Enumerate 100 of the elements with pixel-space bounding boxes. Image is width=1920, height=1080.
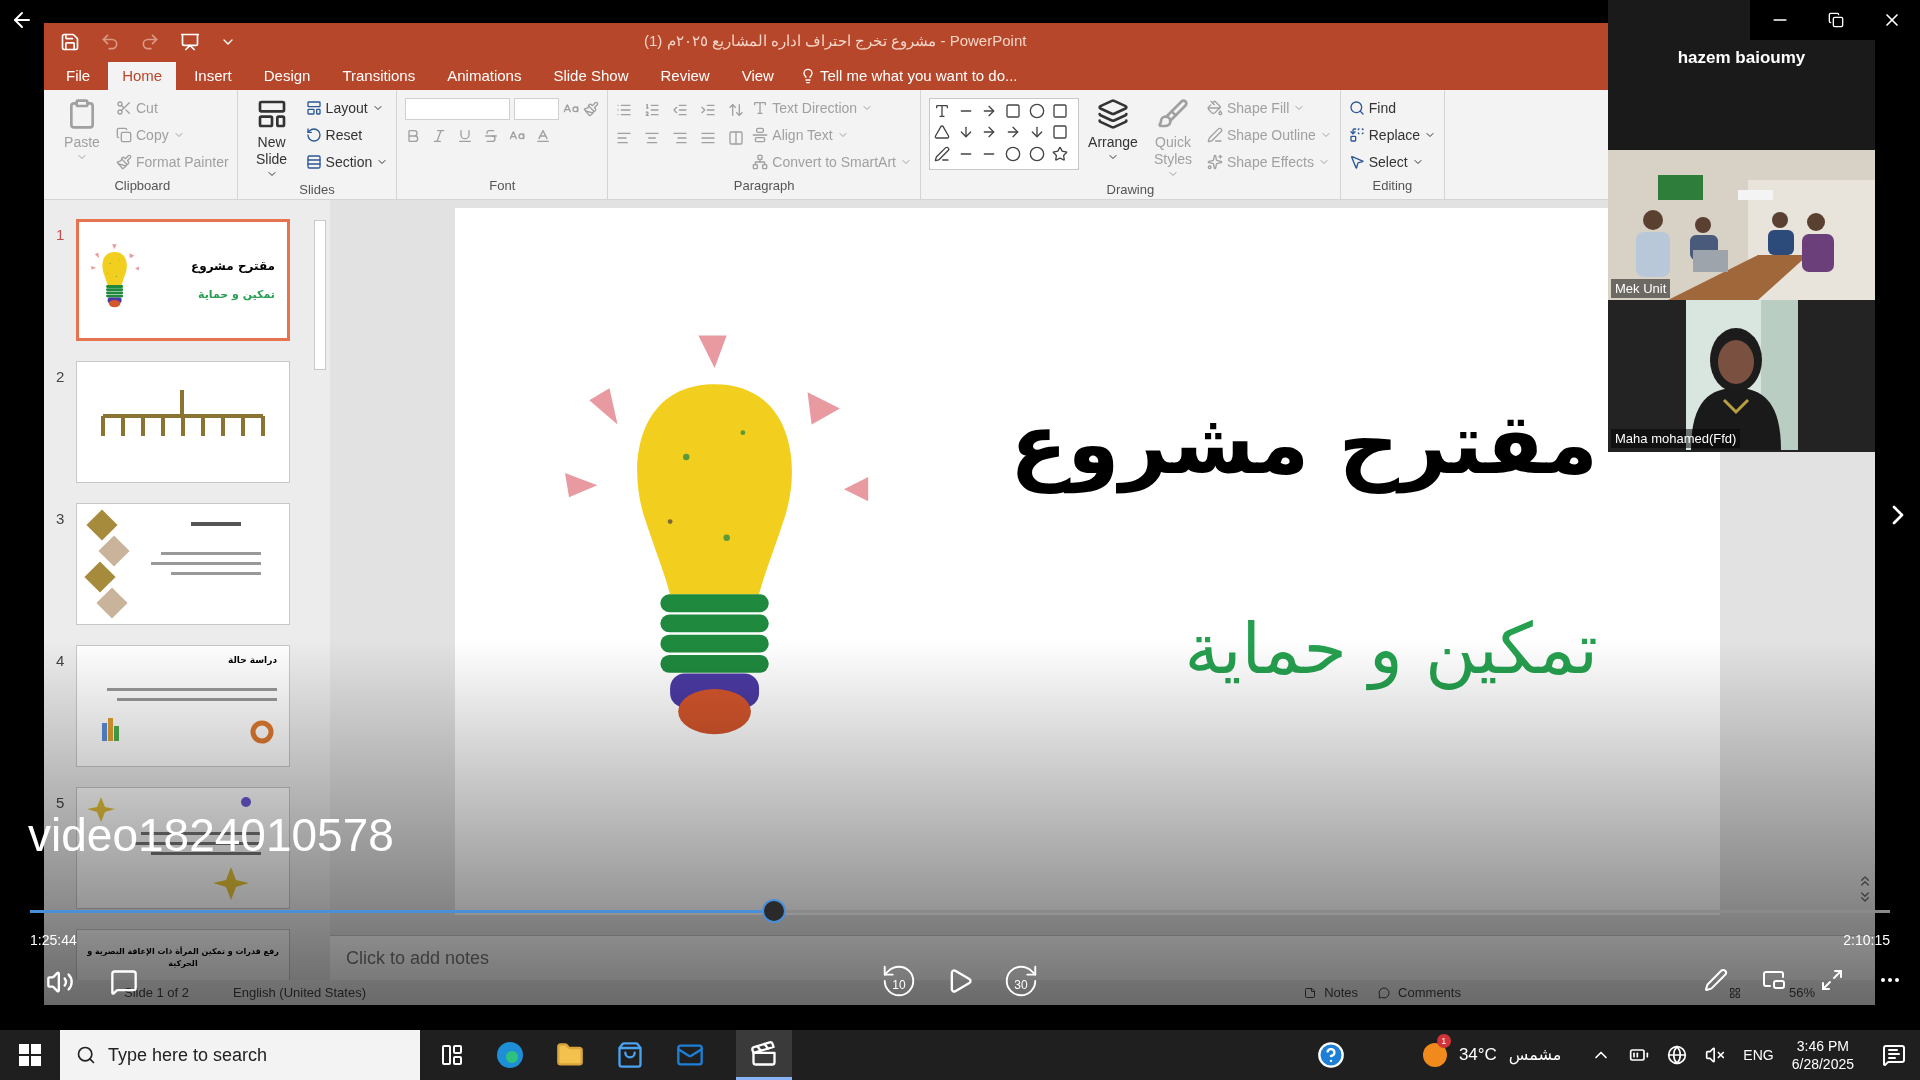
- fullscreen-icon[interactable]: [1820, 968, 1844, 992]
- host-name: hazem baioumy: [1677, 46, 1806, 69]
- slide-thumbnail[interactable]: رفع قدرات و تمكين المرأة ذات الإعاقة البصرية و الحركية: [76, 929, 290, 980]
- forward-button[interactable]: 30: [1002, 962, 1040, 1000]
- folder-icon[interactable]: [556, 1041, 584, 1069]
- ribbon-tab[interactable]: Home: [108, 62, 177, 90]
- shapes-gallery[interactable]: [929, 98, 1079, 170]
- shape-icon[interactable]: [934, 145, 950, 162]
- thumbnail-title: مقترح مشروع: [190, 257, 275, 275]
- ribbon-button[interactable]: Section: [305, 150, 389, 174]
- shape-icon[interactable]: [1028, 145, 1045, 162]
- thumbnail-title: رفع قدرات و تمكين المرأة ذات الإعاقة البصرية و الحركية: [86, 946, 280, 970]
- input-language[interactable]: ENG: [1743, 1044, 1774, 1066]
- shape-icon[interactable]: [1052, 124, 1069, 141]
- progress-track[interactable]: [30, 910, 1890, 913]
- thumbnail-subtitle: تمكين و حماية: [197, 286, 275, 303]
- slide-thumbnail[interactable]: [76, 361, 290, 483]
- scissors-icon: [116, 100, 132, 116]
- group-label: Slides: [298, 181, 336, 199]
- ribbon-tab[interactable]: Animations: [433, 62, 536, 90]
- language-status[interactable]: English (United States): [233, 982, 366, 1003]
- shape-icon[interactable]: [934, 103, 950, 119]
- tell-me-field[interactable]: Tell me what you want to do...: [819, 64, 1018, 88]
- shape-icon[interactable]: [1028, 103, 1045, 119]
- store-icon[interactable]: [616, 1041, 644, 1069]
- comments-toggle[interactable]: Comments: [1398, 982, 1461, 1003]
- slide-sorter-icon[interactable]: [1728, 986, 1741, 999]
- weather-icon[interactable]: [1422, 1043, 1447, 1067]
- slide-number: 1: [56, 226, 65, 243]
- zoom-level[interactable]: 56%: [1788, 982, 1875, 1003]
- mini-view-icon[interactable]: [1762, 968, 1786, 992]
- ribbon-button[interactable]: New Slide: [245, 94, 298, 180]
- save-icon[interactable]: [60, 31, 80, 52]
- notes-field[interactable]: Click to add notes: [346, 944, 490, 972]
- ribbon-tab[interactable]: Design: [249, 62, 325, 90]
- participant-name: Maha mohamed(Ffd): [1611, 428, 1741, 448]
- weather-badge: 1: [1436, 1034, 1451, 1049]
- notes-toggle[interactable]: Notes: [1324, 982, 1359, 1003]
- task-view-icon[interactable]: [440, 1043, 464, 1067]
- clock-time[interactable]: 3:46 PM: [1796, 1037, 1849, 1055]
- sparkles-icon: [1207, 154, 1223, 170]
- layout-icon: [305, 100, 322, 116]
- mute-icon[interactable]: [1705, 1045, 1726, 1065]
- taskbar-app[interactable]: [736, 1030, 792, 1080]
- cursor-icon: [1348, 154, 1365, 170]
- ribbon-tab[interactable]: Review: [646, 62, 724, 90]
- ribbon-button[interactable]: Reset: [305, 123, 389, 147]
- window-title: مشروع تخرج احتراف اداره المشاريع ٢٠٢٥م (1) - PowerPoint: [644, 31, 1027, 52]
- group-label: Editing: [1371, 176, 1414, 195]
- group-label: Font: [488, 176, 517, 195]
- ribbon-button[interactable]: Find: [1348, 96, 1437, 120]
- ribbon-tab[interactable]: Insert: [180, 62, 246, 90]
- paintbrush-icon: [116, 154, 132, 170]
- rewind-button[interactable]: 10: [880, 962, 918, 1000]
- reset-icon: [305, 127, 322, 143]
- shape-icon[interactable]: [1005, 145, 1021, 162]
- slide-thumbnail[interactable]: مقترح مشروع تمكين و حماية: [76, 219, 290, 341]
- notifications-icon[interactable]: [1882, 1043, 1906, 1067]
- font-name-field[interactable]: [405, 98, 511, 120]
- notes-icon: [1304, 986, 1317, 999]
- replace-icon: [1348, 127, 1365, 143]
- ribbon-tab[interactable]: File: [52, 62, 105, 90]
- shape-icon[interactable]: [1052, 145, 1069, 162]
- layers-icon: [1097, 98, 1129, 130]
- scrollbar[interactable]: [314, 220, 326, 370]
- group-label: Drawing: [1105, 181, 1156, 199]
- pen-icon: [1207, 127, 1223, 143]
- search-field[interactable]: Type here to search: [60, 1030, 420, 1080]
- ribbon-button[interactable]: Layout: [305, 96, 389, 120]
- slide-title: مقترح مشروع: [1009, 394, 1598, 496]
- group-label: Paragraph: [732, 176, 796, 195]
- ribbon-tab[interactable]: Slide Show: [539, 62, 643, 90]
- browser-icon[interactable]: [496, 1041, 524, 1069]
- network-icon[interactable]: [1667, 1045, 1688, 1065]
- paint-bucket-icon: [1207, 100, 1223, 116]
- slide-number: 2: [56, 368, 65, 385]
- ribbon-tab[interactable]: View: [727, 62, 788, 90]
- slide-thumbnail[interactable]: دراسة حالة: [76, 645, 290, 767]
- ribbon-button[interactable]: Arrange: [1087, 94, 1139, 180]
- windows-icon[interactable]: [19, 1044, 41, 1066]
- restore-icon[interactable]: [1828, 12, 1844, 28]
- ribbon-button[interactable]: Select: [1348, 150, 1437, 174]
- font-size-field[interactable]: [514, 98, 560, 120]
- font-color-icon[interactable]: [535, 128, 552, 144]
- ribbon-tab[interactable]: Transitions: [328, 62, 430, 90]
- help-icon[interactable]: [1316, 1041, 1345, 1069]
- brush-icon: [1157, 98, 1189, 130]
- pen-icon[interactable]: [1704, 968, 1728, 992]
- presentation-icon[interactable]: [180, 31, 200, 52]
- slide-number: 5: [56, 794, 65, 811]
- weather-condition: مشمس: [1508, 1044, 1562, 1067]
- slide-number: 3: [56, 510, 65, 527]
- shape-icon[interactable]: [934, 124, 950, 141]
- clapperboard-icon: [750, 1039, 778, 1068]
- shape-icon[interactable]: [1052, 103, 1069, 119]
- ribbon-button[interactable]: Replace: [1348, 123, 1437, 147]
- clock-date[interactable]: 6/28/2025: [1791, 1055, 1854, 1073]
- shape-icon[interactable]: [1005, 103, 1021, 119]
- search-icon: [76, 1045, 96, 1065]
- temperature: 34°C: [1458, 1044, 1497, 1067]
